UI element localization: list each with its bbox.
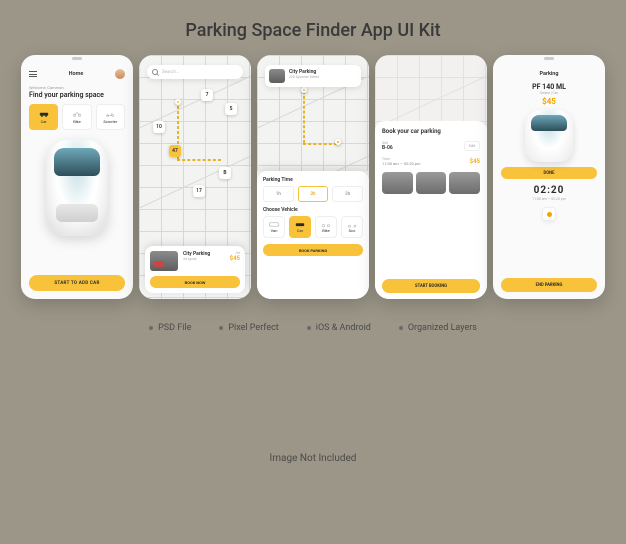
done-button[interactable]: DONE — [501, 167, 597, 179]
screen-map-search: Search… 7 5 10 47 B 17 City Parking 44 s… — [139, 55, 251, 299]
slot-value: B-06 — [382, 145, 393, 151]
screen-active-parking: Parking PF 140 ML Sedan | Car $45 DONE 0… — [493, 55, 605, 299]
avatar[interactable] — [115, 69, 125, 79]
route-end-icon — [335, 139, 341, 145]
time-section-label: Parking Time — [263, 177, 363, 183]
start-add-car-button[interactable]: START TO ADD CAR — [29, 275, 125, 291]
page-title: Parking — [493, 65, 605, 77]
price-value: $45 — [470, 158, 480, 165]
search-icon — [152, 69, 158, 75]
car-icon — [39, 110, 49, 118]
map-pin[interactable]: 7 — [201, 89, 213, 101]
bullet-icon — [307, 326, 311, 330]
car-illustration — [525, 110, 573, 162]
disclaimer-text: Image Not Included — [0, 453, 626, 464]
gallery-thumb[interactable] — [416, 172, 447, 194]
gallery-thumb[interactable] — [382, 172, 413, 194]
price-value: $45 — [493, 97, 605, 106]
book-now-button[interactable]: BOOK NOW — [150, 276, 240, 288]
vehicle-option-scooter[interactable]: Sco — [341, 216, 363, 238]
booking-sheet: Book your car parking Slot B-06 Edit Tim… — [375, 121, 487, 299]
sheet-title: Book your car parking — [382, 128, 480, 135]
timer-range: 11:00 am — 02:20 pm — [493, 197, 605, 201]
search-placeholder: Search… — [162, 70, 179, 75]
parking-card[interactable]: City Parking 44 spots /hr $45 BOOK NOW — [145, 246, 245, 293]
map-pin[interactable]: 5 — [225, 103, 237, 115]
selected-parking-card[interactable]: City Parking 220 Spooner Street — [265, 65, 361, 87]
feature-item: Pixel Perfect — [228, 323, 278, 333]
plate-number: PF 140 ML — [493, 83, 605, 91]
feature-item: PSD File — [158, 323, 191, 333]
vehicle-option-bike[interactable]: Bike — [315, 216, 337, 238]
vehicle-type-label: Car — [41, 119, 47, 124]
screen-booking-config: City Parking 220 Spooner Street Parking … — [257, 55, 369, 299]
end-parking-button[interactable]: END PARKING — [501, 278, 597, 292]
bike-icon — [321, 221, 331, 228]
location-icon — [547, 212, 552, 217]
edit-button[interactable]: Edit — [464, 141, 480, 151]
hero-title: Parking Space Finder App UI Kit — [0, 0, 626, 55]
timer: 02:20 — [493, 185, 605, 196]
vehicle-option-car[interactable]: Car — [289, 216, 311, 238]
feature-item: Organized Layers — [408, 323, 477, 333]
vehicle-label: Car — [297, 228, 303, 233]
gallery-thumb[interactable] — [449, 172, 480, 194]
search-input[interactable]: Search… — [147, 65, 243, 79]
vehicle-type-bike[interactable]: Bike — [62, 104, 91, 130]
map-pin[interactable]: 17 — [193, 185, 205, 197]
bullet-icon — [149, 326, 153, 330]
feature-list: PSD File Pixel Perfect iOS & Android Org… — [0, 323, 626, 333]
menu-icon[interactable] — [29, 71, 37, 77]
bullet-icon — [399, 326, 403, 330]
time-option[interactable]: 3h — [332, 186, 363, 202]
feature-item: iOS & Android — [316, 323, 371, 333]
parking-address: 220 Spooner Street — [289, 75, 357, 79]
vehicle-subtitle: Sedan | Car — [493, 91, 605, 95]
van-icon — [269, 221, 279, 228]
car-icon — [295, 221, 305, 228]
locate-button[interactable] — [542, 207, 556, 221]
bike-icon — [72, 110, 82, 118]
scooter-icon — [105, 110, 115, 118]
map-pin[interactable]: 10 — [153, 121, 165, 133]
book-parking-button[interactable]: BOOK PARKING — [263, 244, 363, 256]
car-illustration — [46, 140, 108, 236]
scooter-icon — [347, 221, 357, 228]
parking-thumb — [269, 69, 285, 83]
time-option-active[interactable]: 2h — [298, 186, 329, 202]
route-start-icon — [301, 87, 307, 93]
page-title: Home — [69, 71, 84, 77]
user-location-icon — [175, 99, 181, 105]
vehicle-type-label: Scooter — [103, 119, 117, 124]
heading: Find your parking space — [21, 90, 133, 104]
time-option[interactable]: 1h — [263, 186, 294, 202]
welcome-text: Welcome, Cameron. — [21, 83, 133, 90]
time-value: 11:00 am — 02:20 pm — [382, 161, 420, 166]
screen-confirm-booking: Book your car parking Slot B-06 Edit Tim… — [375, 55, 487, 299]
screens-row: Home Welcome, Cameron. Find your parking… — [0, 55, 626, 299]
vehicle-type-car[interactable]: Car — [29, 104, 58, 130]
vehicle-type-scooter[interactable]: Scooter — [96, 104, 125, 130]
vehicle-type-label: Bike — [73, 119, 81, 124]
bullet-icon — [219, 326, 223, 330]
vehicle-option-van[interactable]: Van — [263, 216, 285, 238]
vehicle-label: Bike — [322, 228, 330, 233]
map-pin-active[interactable]: 47 — [169, 145, 181, 157]
parking-thumb — [150, 251, 178, 271]
screen-home: Home Welcome, Cameron. Find your parking… — [21, 55, 133, 299]
start-booking-button[interactable]: START BOOKING — [382, 279, 480, 293]
vehicle-label: Van — [271, 228, 278, 233]
price-value: $45 — [230, 255, 240, 262]
vehicle-section-label: Choose Vehicle — [263, 207, 363, 213]
vehicle-label: Sco — [349, 228, 356, 233]
map-pin[interactable]: B — [219, 167, 231, 179]
parking-spots: 44 spots — [183, 257, 225, 261]
